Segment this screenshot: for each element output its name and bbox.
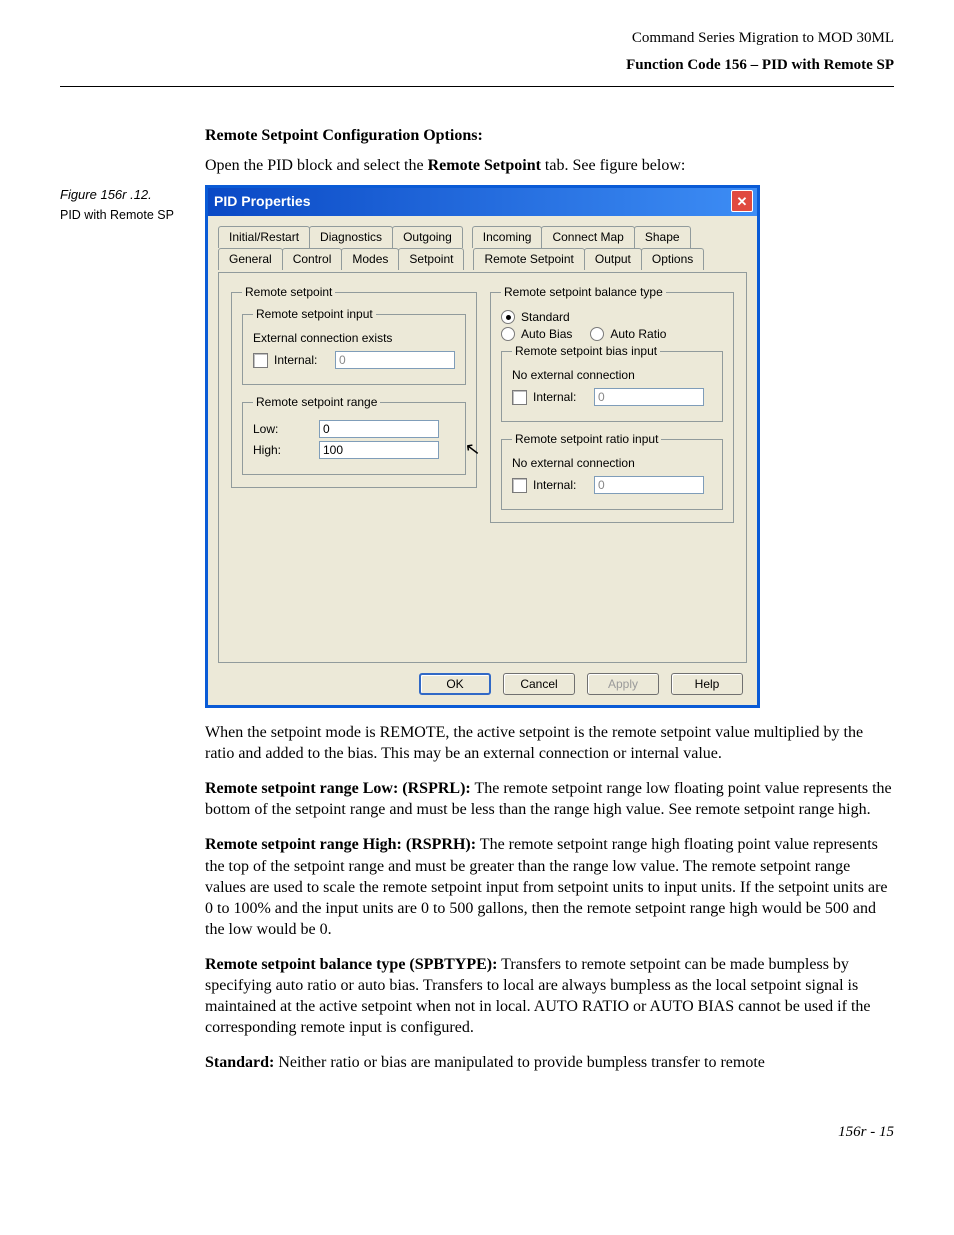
legend-rsp-range: Remote setpoint range xyxy=(253,395,380,409)
tab-panel-remote-setpoint: ↖ Remote setpoint Remote setpoint input … xyxy=(218,272,747,663)
figure-label: Figure 156r .12. xyxy=(60,187,185,202)
ratio-internal-value[interactable] xyxy=(594,476,704,494)
para-rsprh: Remote setpoint range High: (RSPRH): The… xyxy=(205,834,894,940)
group-bias-input: Remote setpoint bias input No external c… xyxy=(501,344,723,422)
tab-output[interactable]: Output xyxy=(584,248,642,270)
group-remote-setpoint: Remote setpoint Remote setpoint input Ex… xyxy=(231,285,477,488)
tab-modes[interactable]: Modes xyxy=(341,248,399,270)
radio-standard[interactable] xyxy=(501,310,515,324)
para-rsprh-lead: Remote setpoint range High: (RSPRH): xyxy=(205,836,476,853)
rsp-range-high-input[interactable] xyxy=(319,441,439,459)
dialog-titlebar[interactable]: PID Properties ✕ xyxy=(208,188,757,216)
tab-strip: Initial/Restart Diagnostics Outgoing Inc… xyxy=(218,226,747,270)
group-rsp-input: Remote setpoint input External connectio… xyxy=(242,307,466,385)
para-standard-lead: Standard: xyxy=(205,1054,274,1071)
rsp-input-internal-value[interactable] xyxy=(335,351,455,369)
tab-setpoint[interactable]: Setpoint xyxy=(398,248,464,270)
section-header: Function Code 156 – PID with Remote SP xyxy=(60,57,894,74)
legend-remote-setpoint: Remote setpoint xyxy=(242,285,335,299)
high-label: High: xyxy=(253,443,313,457)
ratio-no-ext-conn: No external connection xyxy=(512,456,712,470)
radio-auto-bias[interactable] xyxy=(501,327,515,341)
para-spbtype: Remote setpoint balance type (SPBTYPE): … xyxy=(205,954,894,1038)
doc-header: Command Series Migration to MOD 30ML xyxy=(60,30,894,47)
bias-internal-value[interactable] xyxy=(594,388,704,406)
bias-no-ext-conn: No external connection xyxy=(512,368,712,382)
legend-bias-input: Remote setpoint bias input xyxy=(512,344,660,358)
group-ratio-input: Remote setpoint ratio input No external … xyxy=(501,432,723,510)
para-rsprl: Remote setpoint range Low: (RSPRL): The … xyxy=(205,778,894,820)
tab-diagnostics[interactable]: Diagnostics xyxy=(309,226,393,248)
radio-auto-ratio-label: Auto Ratio xyxy=(610,327,666,341)
para-standard: Standard: Neither ratio or bias are mani… xyxy=(205,1052,894,1073)
dialog-title: PID Properties xyxy=(214,193,310,209)
rsp-input-internal-label: Internal: xyxy=(274,353,329,367)
rsp-input-internal-checkbox[interactable] xyxy=(253,353,268,368)
low-label: Low: xyxy=(253,422,313,436)
radio-auto-bias-label: Auto Bias xyxy=(521,327,572,341)
header-rule xyxy=(60,86,894,87)
tab-remote-setpoint[interactable]: Remote Setpoint xyxy=(473,248,584,270)
legend-rsp-input: Remote setpoint input xyxy=(253,307,376,321)
close-icon: ✕ xyxy=(737,195,748,208)
tab-connect-map[interactable]: Connect Map xyxy=(541,226,634,248)
close-button[interactable]: ✕ xyxy=(731,190,753,212)
intro-bold: Remote Setpoint xyxy=(428,157,541,174)
bias-internal-checkbox[interactable] xyxy=(512,390,527,405)
intro-text: Open the PID block and select the Remote… xyxy=(205,157,894,175)
figure-caption: PID with Remote SP xyxy=(60,208,185,224)
page-footer: 156r - 15 xyxy=(60,1124,894,1141)
ext-conn-exists-label: External connection exists xyxy=(253,331,455,345)
tab-outgoing[interactable]: Outgoing xyxy=(392,226,463,248)
dialog-button-bar: OK Cancel Apply Help xyxy=(218,663,747,695)
para-intro: When the setpoint mode is REMOTE, the ac… xyxy=(205,722,894,764)
rsp-range-low-input[interactable] xyxy=(319,420,439,438)
tab-control[interactable]: Control xyxy=(282,248,343,270)
ratio-internal-label: Internal: xyxy=(533,478,588,492)
intro-suffix: tab. See figure below: xyxy=(541,157,685,174)
intro-prefix: Open the PID block and select the xyxy=(205,157,428,174)
ok-button[interactable]: OK xyxy=(419,673,491,695)
radio-auto-ratio[interactable] xyxy=(590,327,604,341)
para-rsprl-lead: Remote setpoint range Low: (RSPRL): xyxy=(205,780,471,797)
tab-options[interactable]: Options xyxy=(641,248,704,270)
group-balance-type: Remote setpoint balance type Standard Au… xyxy=(490,285,734,523)
tab-general[interactable]: General xyxy=(218,248,283,270)
help-button[interactable]: Help xyxy=(671,673,743,695)
para-spbtype-lead: Remote setpoint balance type (SPBTYPE): xyxy=(205,956,497,973)
apply-button[interactable]: Apply xyxy=(587,673,659,695)
cancel-button[interactable]: Cancel xyxy=(503,673,575,695)
legend-balance-type: Remote setpoint balance type xyxy=(501,285,666,299)
radio-standard-label: Standard xyxy=(521,310,570,324)
ratio-internal-checkbox[interactable] xyxy=(512,478,527,493)
tab-incoming[interactable]: Incoming xyxy=(472,226,543,248)
bias-internal-label: Internal: xyxy=(533,390,588,404)
tab-initial-restart[interactable]: Initial/Restart xyxy=(218,226,310,248)
tab-shape[interactable]: Shape xyxy=(634,226,691,248)
group-rsp-range: Remote setpoint range Low: High: xyxy=(242,395,466,475)
section-heading: Remote Setpoint Configuration Options: xyxy=(205,127,894,145)
legend-ratio-input: Remote setpoint ratio input xyxy=(512,432,661,446)
para-standard-body: Neither ratio or bias are manipulated to… xyxy=(274,1054,765,1071)
pid-properties-dialog: PID Properties ✕ Initial/Restart Diagnos… xyxy=(205,185,760,708)
